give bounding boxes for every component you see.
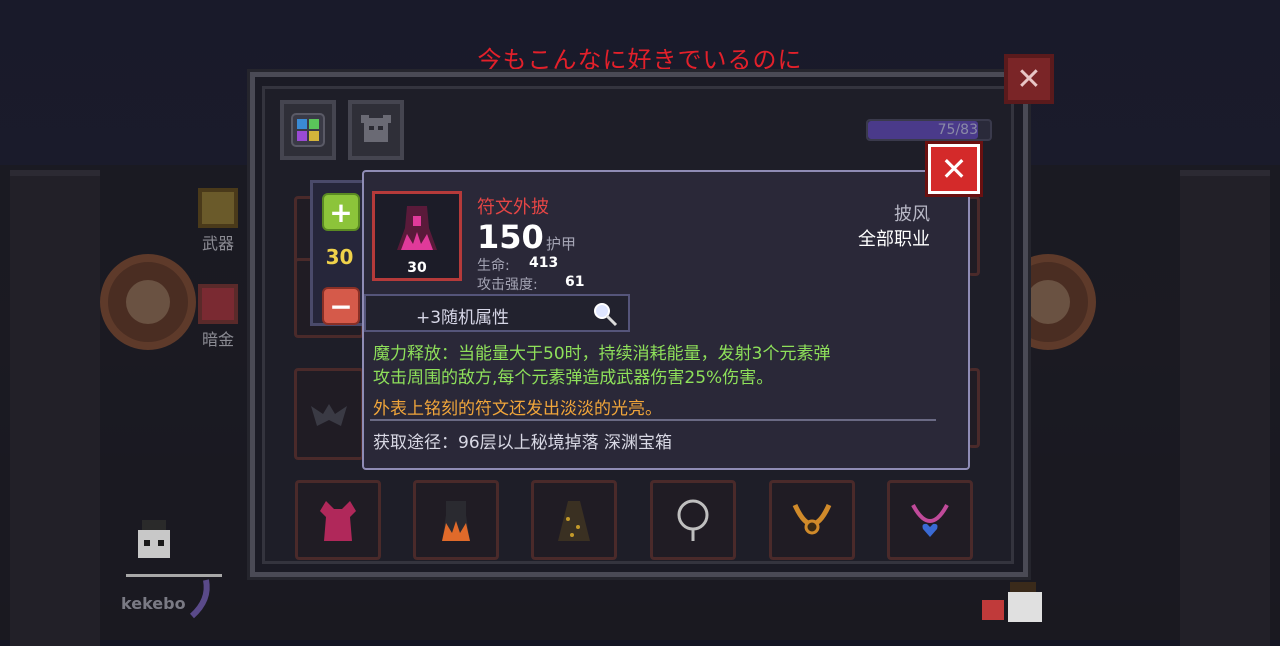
inventory-slot[interactable] xyxy=(413,480,499,560)
quantity-panel: + 30 − xyxy=(310,180,366,326)
flame-robe-icon xyxy=(442,501,470,541)
item-armor-value: 150 xyxy=(477,218,544,256)
inventory-capacity-text: 75/83 xyxy=(937,122,978,138)
shadow-bat-icon xyxy=(311,404,347,426)
side-button-dark-gold[interactable]: 暗金 xyxy=(184,280,252,352)
helmet-icon xyxy=(361,115,391,142)
item-armor-label: 护甲 xyxy=(546,235,577,253)
npc-character xyxy=(982,582,1042,622)
item-stat-value: 413 xyxy=(529,255,559,271)
heart-necklace-icon xyxy=(911,504,949,537)
item-class: 全部职业 xyxy=(858,229,930,250)
gold-necklace-icon xyxy=(792,503,832,535)
item-stat-row: 生命: 413 xyxy=(477,255,558,275)
quantity-value: 30 xyxy=(325,245,354,269)
item-icon-frame: 30 xyxy=(372,191,462,281)
quantity-minus-button[interactable]: − xyxy=(322,287,360,325)
quantity-plus-button[interactable]: + xyxy=(322,193,360,231)
inventory-slot[interactable] xyxy=(295,480,381,560)
inventory-capacity-bar: 75/83 xyxy=(866,119,992,141)
background-target-left xyxy=(100,254,196,350)
background-tower-left xyxy=(10,170,100,646)
chest-icon xyxy=(198,284,238,324)
side-button-dark-gold-label: 暗金 xyxy=(201,330,234,349)
random-attributes-label: +3随机属性 xyxy=(416,308,510,328)
rune-cloak-icon xyxy=(397,206,437,250)
item-flavor-text: 外表上铭刻的符文还发出淡淡的光亮。 xyxy=(373,399,662,419)
item-effect-line: 攻击周围的敌方,每个元素弹造成武器伤害25%伤害。 xyxy=(373,368,774,388)
item-source-text: 获取途径：96层以上秘境掉落 深渊宝箱 xyxy=(373,433,673,453)
ring-icon xyxy=(677,499,709,541)
inventory-slot[interactable] xyxy=(769,480,855,560)
player-name: kekebo xyxy=(121,594,186,613)
inventory-slot[interactable] xyxy=(294,368,364,460)
tab-armor[interactable] xyxy=(348,100,404,160)
item-name: 符文外披 xyxy=(477,197,549,218)
tab-palette[interactable] xyxy=(280,100,336,160)
item-effect-text: 魔力释放：当能量大于50时，持续消耗能量，发射3个元素弹 攻击周围的敌方,每个元… xyxy=(373,342,953,390)
item-effect-line: 魔力释放：当能量大于50时，持续消耗能量，发射3个元素弹 xyxy=(373,344,831,364)
tooltip-divider xyxy=(370,419,936,421)
item-stat-label: 生命: xyxy=(477,258,510,274)
item-level: 30 xyxy=(407,260,427,276)
side-button-weapon[interactable]: 武器 xyxy=(184,184,252,256)
background-tower-right xyxy=(1180,170,1270,646)
inventory-slot[interactable] xyxy=(887,480,973,560)
inventory-slot[interactable] xyxy=(531,480,617,560)
item-stat-row: 攻击强度: 61 xyxy=(477,274,584,294)
item-type: 披风 xyxy=(894,204,930,225)
item-stat-label: 攻击强度: xyxy=(477,277,538,293)
weapon-icon xyxy=(198,188,238,228)
item-stat-value: 61 xyxy=(565,274,585,290)
header-lyric-japanese: 今もこんなに好きでいるのに xyxy=(477,46,803,74)
close-inventory-button[interactable]: ✕ xyxy=(1004,54,1054,104)
palette-icon xyxy=(291,113,325,147)
magnifier-icon[interactable] xyxy=(592,301,618,327)
side-button-weapon-label: 武器 xyxy=(201,234,234,253)
inventory-slot[interactable] xyxy=(650,480,736,560)
close-tooltip-button[interactable]: ✕ xyxy=(928,144,980,194)
red-robe-icon xyxy=(320,501,356,541)
golden-bell-icon xyxy=(558,501,590,541)
random-attributes-bar[interactable]: +3随机属性 xyxy=(364,294,630,332)
